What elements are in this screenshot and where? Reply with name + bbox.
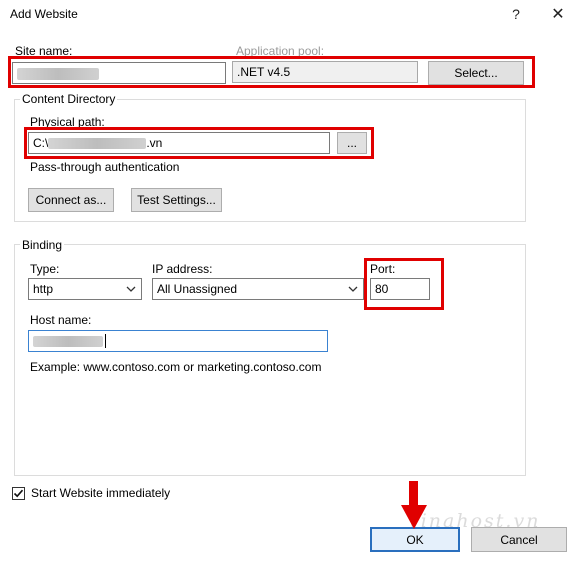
host-name-input[interactable]: [28, 330, 328, 352]
arrow-down-icon: [401, 481, 427, 529]
type-value: http: [33, 282, 54, 296]
highlight-path-row: [24, 127, 374, 159]
help-button[interactable]: ?: [497, 0, 535, 28]
start-immediately-checkbox[interactable]: [12, 486, 25, 500]
content-directory-title: Content Directory: [20, 92, 118, 106]
ip-address-value: All Unassigned: [157, 282, 238, 296]
type-label: Type:: [30, 262, 60, 276]
highlight-port: [364, 258, 444, 310]
text-cursor: [105, 334, 106, 348]
start-immediately-option[interactable]: Start Website immediately: [12, 486, 170, 500]
highlight-site-row: [8, 56, 535, 88]
ip-address-label: IP address:: [152, 262, 213, 276]
chevron-down-icon: [126, 286, 136, 292]
window-title: Add Website: [10, 7, 78, 21]
chevron-down-icon: [348, 286, 358, 292]
help-icon: ?: [512, 6, 520, 22]
checkmark-icon: [13, 489, 24, 497]
close-icon: ✕: [551, 6, 565, 23]
connect-as-button[interactable]: Connect as...: [28, 188, 114, 212]
pass-through-label: Pass-through authentication: [30, 160, 180, 174]
host-name-label: Host name:: [30, 313, 92, 327]
type-select[interactable]: http: [28, 278, 142, 300]
test-settings-button[interactable]: Test Settings...: [131, 188, 222, 212]
host-example-text: Example: www.contoso.com or marketing.co…: [30, 360, 322, 374]
start-immediately-label: Start Website immediately: [31, 486, 171, 500]
ip-address-select[interactable]: All Unassigned: [152, 278, 364, 300]
cancel-button[interactable]: Cancel: [471, 527, 567, 552]
redacted-host-name: [33, 335, 103, 347]
binding-title: Binding: [20, 238, 65, 252]
close-button[interactable]: ✕: [539, 0, 577, 28]
